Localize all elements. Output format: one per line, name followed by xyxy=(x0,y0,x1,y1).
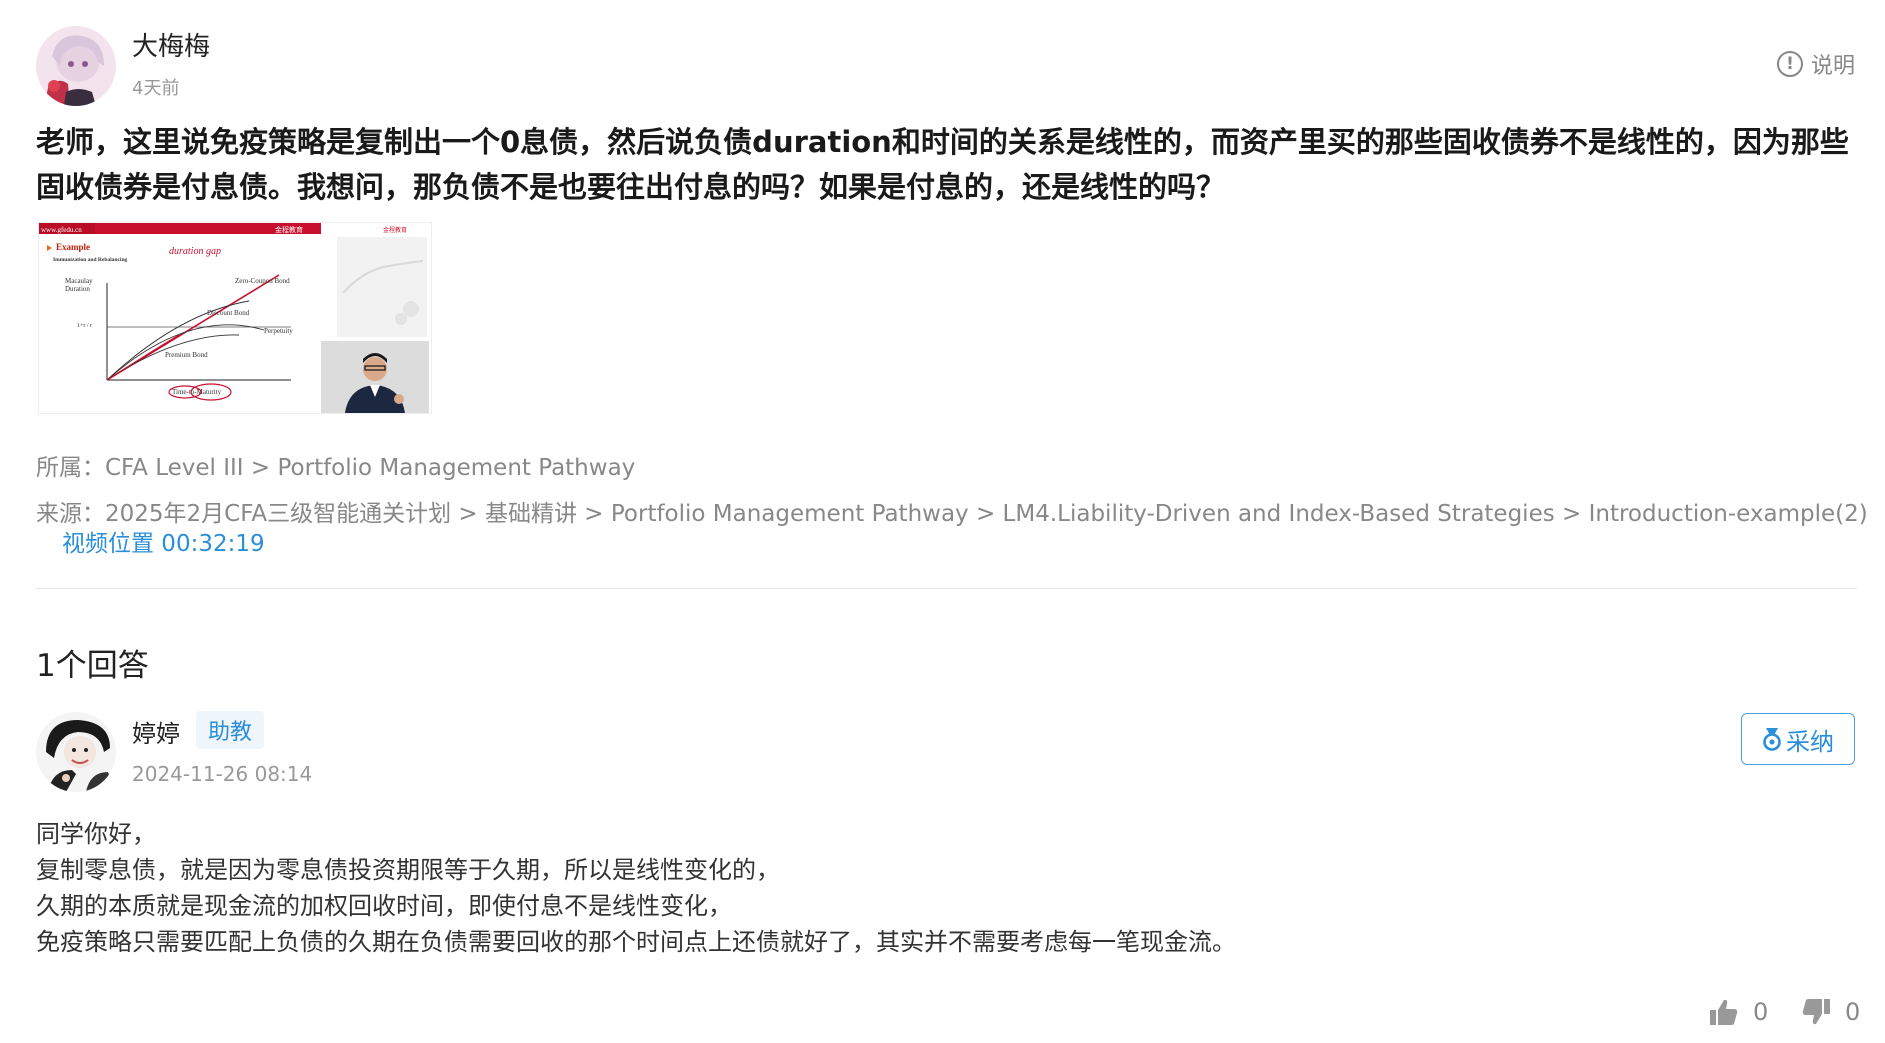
slide-handwritten-note: duration gap xyxy=(169,246,221,257)
slide-logo-text: 金程教育 xyxy=(275,225,303,234)
belong-path: 所属：CFA Level III > Portfolio Management … xyxy=(36,455,636,481)
curve-label-premium: Premium Bond xyxy=(165,351,208,359)
question-author-name[interactable]: 大梅梅 xyxy=(132,26,210,63)
answer-line: 久期的本质就是现金流的加权回收时间，即使付息不是线性变化， xyxy=(36,892,732,920)
answer-time: 2024-11-26 08:14 xyxy=(132,762,313,786)
curve-label-discount: Discount Bond xyxy=(207,309,250,317)
like-button[interactable]: 0 xyxy=(1709,998,1768,1026)
adopt-button[interactable]: 采纳 xyxy=(1741,713,1855,765)
medal-icon xyxy=(1763,728,1781,751)
adopt-label: 采纳 xyxy=(1786,727,1834,756)
explain-button[interactable]: ! 说明 xyxy=(1776,48,1855,80)
explain-label: 说明 xyxy=(1810,54,1855,79)
curve-label-zero-coupon: Zero-Coupon Bond xyxy=(235,277,290,285)
question-time: 4天前 xyxy=(132,78,180,99)
slide-ytick: 1+r / r xyxy=(77,323,92,329)
like-count: 0 xyxy=(1753,998,1769,1026)
divider xyxy=(36,588,1857,589)
slide-ylabel-1: Macaulay xyxy=(65,277,93,285)
question-image-thumbnail[interactable]: www.gfedu.cn 金程教育 金程教育 Example Immunizat… xyxy=(38,222,432,414)
answer-author-avatar[interactable] xyxy=(36,712,116,792)
slide-url: www.gfedu.cn xyxy=(41,226,82,234)
slide-example-label: Example xyxy=(56,242,90,252)
slide-logo-text-right: 金程教育 xyxy=(383,226,407,234)
question-author-avatar[interactable] xyxy=(36,26,116,106)
answer-body: 同学你好， 复制零息债，就是因为零息债投资期限等于久期，所以是线性变化的， 久期… xyxy=(36,816,1236,960)
dislike-count: 0 xyxy=(1845,998,1861,1026)
ta-badge: 助教 xyxy=(196,711,265,749)
curve-label-perpetuity: Perpetuity xyxy=(264,327,293,335)
slide-xlabel: Time-to-Maturity xyxy=(172,388,222,396)
answer-line: 免疫策略只需要匹配上负债的久期在负债需要回收的那个时间点上还债就好了，其实并不需… xyxy=(36,928,1236,956)
video-position-link[interactable]: 视频位置 00:32:19 xyxy=(62,524,265,558)
source-path: 来源：2025年2月CFA三级智能通关计划 > 基础精讲 > Portfolio… xyxy=(36,501,1868,527)
answer-count: 1个回答 xyxy=(36,648,149,684)
slide-ylabel-2: Duration xyxy=(65,285,90,293)
answer-author-name[interactable]: 婷婷 xyxy=(132,714,180,749)
answer-line: 同学你好， xyxy=(36,820,156,848)
info-icon: ! xyxy=(1776,51,1803,77)
slide-subtitle: Immunization and Rebalancing xyxy=(53,257,128,263)
dislike-button[interactable]: 0 xyxy=(1801,998,1860,1026)
thumbs-down-icon xyxy=(1802,999,1830,1025)
thumbs-up-icon xyxy=(1710,999,1738,1025)
question-text: 老师，这里说免疫策略是复制出一个0息债，然后说负债duration和时间的关系是… xyxy=(36,125,1849,204)
answer-line: 复制零息债，就是因为零息债投资期限等于久期，所以是线性变化的， xyxy=(36,856,780,884)
